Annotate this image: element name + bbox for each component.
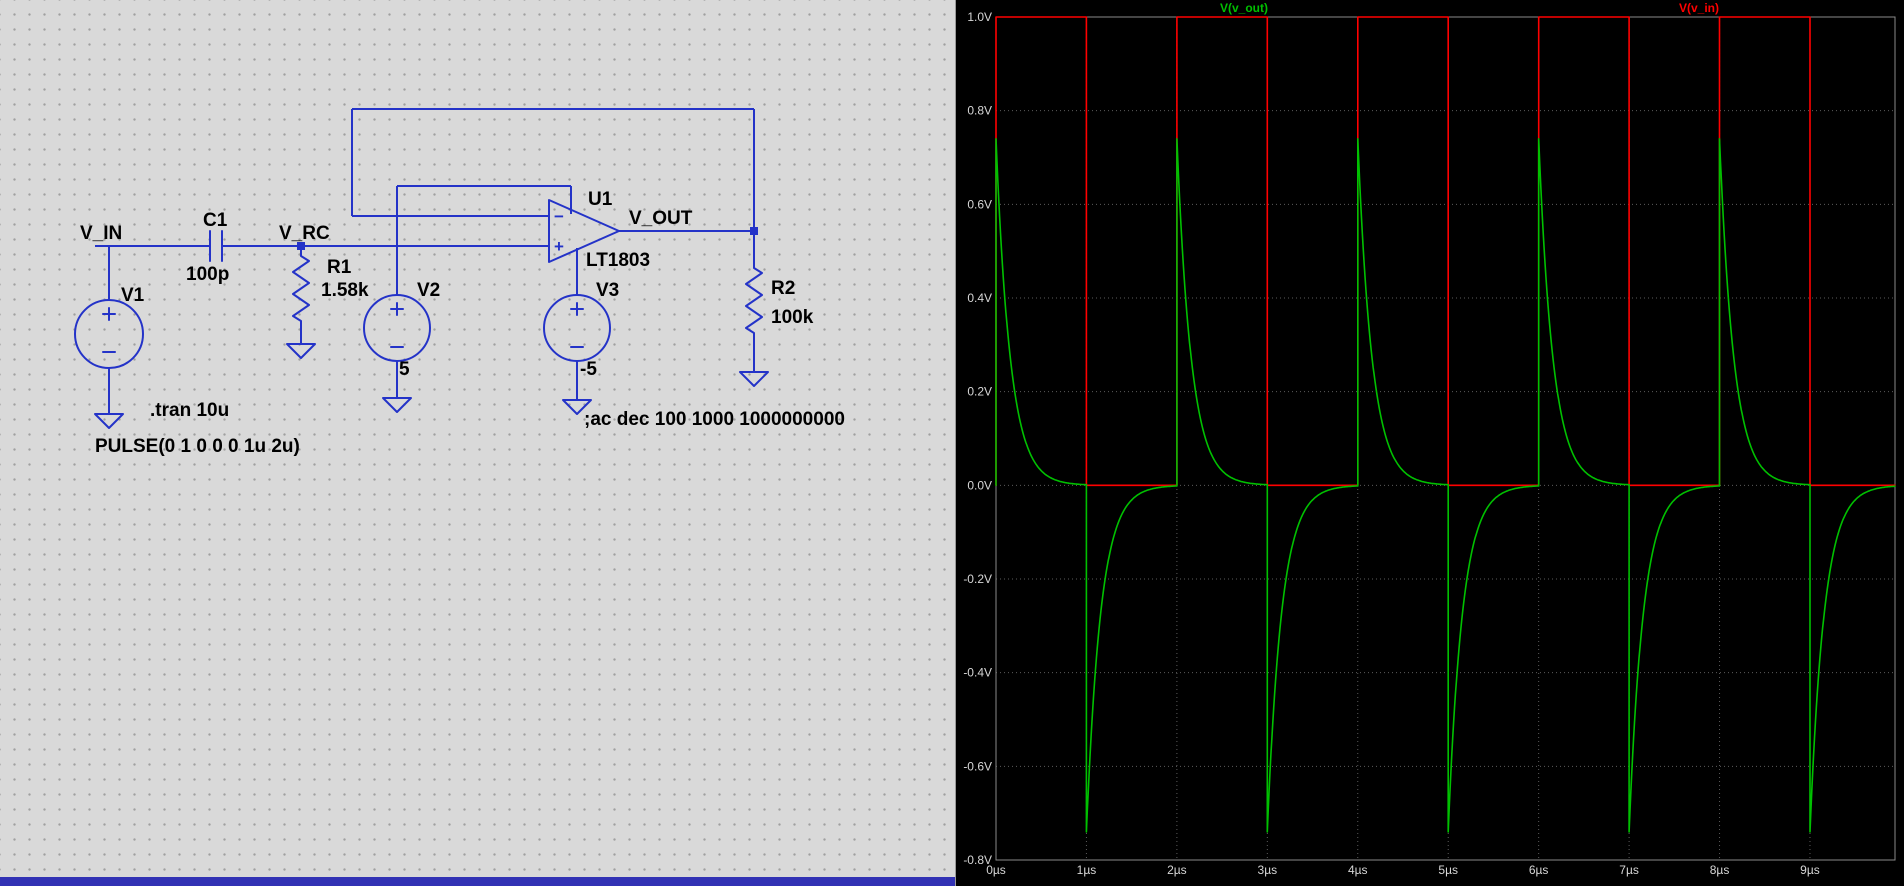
r1-name-label[interactable]: R1 [327, 257, 352, 278]
schematic-pane: − + V_IN V_RC V_OUT C1 100p R1 1.58k V2 … [0, 0, 955, 886]
voltage-source-v2-symbol[interactable] [363, 294, 431, 362]
opamp-noninverting-input-mark: + [554, 237, 564, 256]
ltspice-window: − + V_IN V_RC V_OUT C1 100p R1 1.58k V2 … [0, 0, 1904, 886]
waveform-plot: 1.0V0.8V0.6V0.4V0.2V0.0V-0.2V-0.4V-0.6V-… [963, 10, 1896, 877]
y-axis-tick-label: 0.4V [967, 291, 992, 305]
opamp-inverting-input-mark: − [554, 207, 564, 226]
capacitor-c1-symbol[interactable] [209, 230, 223, 262]
v2-name-label[interactable]: V2 [417, 280, 440, 301]
resistor-r2-symbol[interactable] [745, 230, 763, 373]
resistor-r1-symbol[interactable] [292, 245, 310, 345]
net-label-v-in[interactable]: V_IN [80, 223, 122, 244]
r1-value-label[interactable]: 1.58k [321, 280, 369, 301]
x-axis-tick-label: 8µs [1710, 863, 1730, 877]
c1-value-label[interactable]: 100p [186, 264, 229, 285]
waveform-pane: V(v_out) V(v_in) 1.0V 0.8V 0.6V 0.4V 0.2V 0.0… [956, 0, 1904, 886]
x-axis-tick-label: 9µs [1800, 863, 1820, 877]
r2-name-label[interactable]: R2 [771, 278, 795, 299]
trace-v-v-in-[interactable] [995, 16, 1896, 487]
v3-name-label[interactable]: V3 [596, 280, 619, 301]
r2-value-label[interactable]: 100k [771, 307, 814, 328]
ground-symbol[interactable] [94, 413, 124, 429]
ground-symbol[interactable] [286, 343, 316, 359]
plot-grid: 1.0V0.8V0.6V0.4V0.2V0.0V-0.2V-0.4V-0.6V-… [963, 10, 1895, 877]
net-label-v-rc[interactable]: V_RC [279, 223, 330, 244]
y-axis-tick-label: -0.6V [963, 759, 992, 773]
legend-trace-vout[interactable]: V(v_out) [1220, 1, 1268, 15]
v1-value-label[interactable]: PULSE(0 1 0 0 0 1u 2u) [95, 436, 300, 457]
v1-name-label[interactable]: V1 [121, 285, 145, 306]
u1-name-label[interactable]: U1 [588, 189, 613, 210]
voltage-source-v1-symbol[interactable] [74, 299, 144, 369]
c1-name-label[interactable]: C1 [203, 210, 228, 231]
u1-part-label[interactable]: LT1803 [586, 250, 650, 271]
x-axis-tick-label: 5µs [1438, 863, 1458, 877]
schematic-canvas: − + V_IN V_RC V_OUT C1 100p R1 1.58k V2 … [74, 108, 845, 457]
x-axis-tick-label: 6µs [1529, 863, 1549, 877]
directive-tran[interactable]: .tran 10u [150, 400, 229, 421]
horizontal-scrollbar[interactable] [0, 877, 955, 886]
wires[interactable] [95, 108, 755, 414]
x-axis-tick-label: 0µs [986, 863, 1006, 877]
y-axis-tick-label: 0.0V [967, 478, 992, 492]
directive-ac-comment[interactable]: ;ac dec 100 1000 1000000000 [584, 409, 845, 430]
ground-symbol[interactable] [382, 397, 412, 413]
v3-value-label[interactable]: -5 [580, 359, 597, 380]
y-axis-tick-label: -0.2V [963, 572, 992, 586]
y-axis-tick-label: 1.0V [967, 10, 992, 24]
legend-trace-vin[interactable]: V(v_in) [1679, 1, 1719, 15]
x-axis-tick-label: 3µs [1258, 863, 1278, 877]
x-axis-tick-label: 1µs [1077, 863, 1097, 877]
x-axis-tick-label: 4µs [1348, 863, 1368, 877]
v2-value-label[interactable]: 5 [399, 359, 410, 380]
plot-border [995, 16, 1896, 861]
y-axis-tick-label: 0.2V [967, 385, 992, 399]
net-label-v-out[interactable]: V_OUT [629, 208, 693, 229]
x-axis-tick-label: 2µs [1167, 863, 1187, 877]
x-axis-tick-label: 7µs [1619, 863, 1639, 877]
voltage-source-v3-symbol[interactable] [543, 294, 611, 362]
y-axis-tick-label: -0.4V [963, 666, 992, 680]
ground-symbol[interactable] [739, 371, 769, 387]
y-axis-tick-label: 0.8V [967, 104, 992, 118]
node-junction[interactable] [750, 227, 758, 235]
y-axis-tick-label: 0.6V [967, 197, 992, 211]
